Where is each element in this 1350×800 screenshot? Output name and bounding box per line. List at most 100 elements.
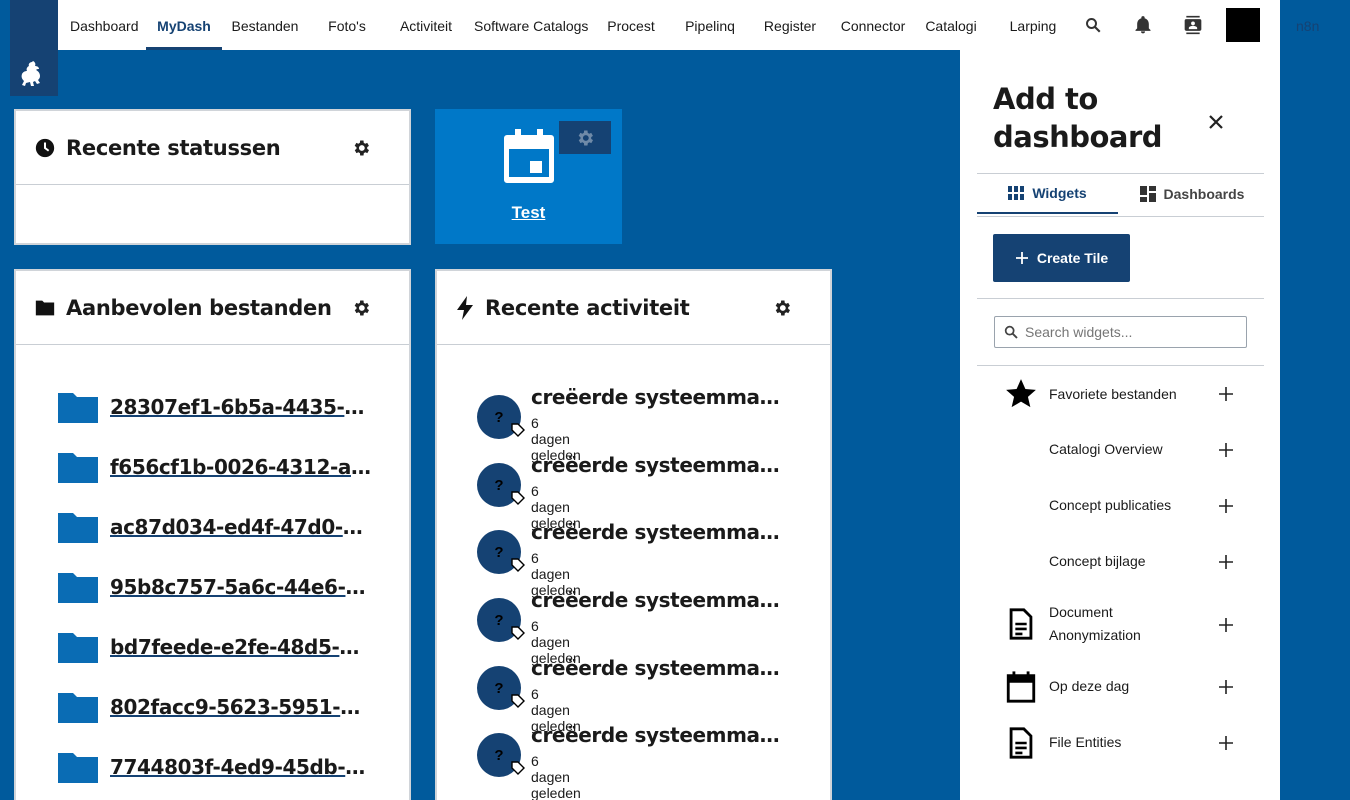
widget-item-label: Op deze dag [1049,678,1130,694]
file-name[interactable]: ac87d034-ed4f-47d0-8a... [110,515,372,539]
plus-icon[interactable] [1216,733,1236,753]
nav-dashboard[interactable]: Dashboard [70,0,139,50]
search-icon[interactable] [1081,13,1105,37]
activity-time: 6 dagen geleden [531,753,581,800]
file-item[interactable]: f656cf1b-0026-4312-a0... [58,447,372,487]
nav-pipelinq[interactable]: Pipelinq [682,0,738,50]
widget-recent-statuses: Recente statussen [14,109,411,245]
tag-icon [511,626,525,640]
activity-text[interactable]: creëerde systeemmark... [531,453,787,477]
search-widgets-field[interactable] [994,316,1247,348]
calendar-icon [504,129,554,183]
lightning-icon [457,295,473,320]
gear-icon[interactable] [351,298,371,318]
file-name[interactable]: 802facc9-5623-5951-94... [110,695,372,719]
document-icon [1009,727,1033,759]
widget-item-document-anonymization[interactable]: Document Anonymization [960,601,1280,647]
divider [977,298,1264,299]
divider [977,216,1264,217]
close-icon[interactable] [1204,110,1228,134]
widget-item-label: Document Anonymization [1049,604,1141,643]
calendar-icon [1006,671,1036,703]
file-name[interactable]: bd7feede-e2fe-48d5-8c... [110,635,372,659]
user-name[interactable]: n8n [1296,0,1319,52]
add-to-dashboard-panel: Add to dashboard Widgets Dashboards Crea… [960,50,1280,800]
nav-register[interactable]: Register [762,0,818,50]
nav-software-catalogs[interactable]: Software Catalogs [474,0,588,50]
file-name[interactable]: 7744803f-4ed9-45db-b... [110,755,372,779]
top-navigation: Dashboard MyDash Bestanden Foto's Activi… [10,0,1319,50]
folder-icon [58,453,98,483]
plus-icon[interactable] [1216,677,1236,697]
clock-icon [35,138,55,157]
activity-text[interactable]: creëerde systeemmark... [531,723,787,747]
plus-icon[interactable] [1216,552,1236,572]
widget-title: Recente activiteit [485,295,690,320]
logo[interactable] [10,0,58,96]
nav-larping[interactable]: Larping [1008,0,1058,50]
file-item[interactable]: 7744803f-4ed9-45db-b... [58,747,372,787]
file-name[interactable]: f656cf1b-0026-4312-a0... [110,455,372,479]
lion-logo-icon [21,61,40,86]
nav-catalogi[interactable]: Catalogi [924,0,978,50]
widget-item-favoriete-bestanden[interactable]: Favoriete bestanden [960,377,1280,417]
folder-icon [35,300,55,315]
create-tile-button[interactable]: Create Tile [993,234,1130,282]
activity-text[interactable]: creëerde systeemmark... [531,385,787,409]
tag-icon [511,491,525,505]
folder-icon [58,393,98,423]
dashboard-icon [1139,186,1156,202]
grid-icon [1008,186,1025,200]
widget-item-file-entities[interactable]: File Entities [960,726,1280,762]
tile-test[interactable]: Test [435,109,622,244]
user-avatar[interactable] [1226,8,1260,42]
nav-procest[interactable]: Procest [606,0,656,50]
widget-item-concept-bijlage[interactable]: Concept bijlage [960,550,1280,574]
tag-icon [511,761,525,775]
plus-icon[interactable] [1216,384,1236,404]
plus-icon[interactable] [1216,615,1236,635]
widget-recommended-files: Aanbevolen bestanden 28307ef1-6b5a-4435-… [14,269,411,800]
file-item[interactable]: bd7feede-e2fe-48d5-8c... [58,627,372,667]
bell-icon[interactable] [1131,13,1155,37]
widget-title: Aanbevolen bestanden [66,295,332,320]
tab-widgets-label: Widgets [1032,185,1087,201]
file-item[interactable]: ac87d034-ed4f-47d0-8a... [58,507,372,547]
nav-fotos[interactable]: Foto's [322,0,372,50]
file-name[interactable]: 28307ef1-6b5a-4435-ac... [110,395,372,419]
nav-activiteit[interactable]: Activiteit [396,0,456,50]
widget-item-op-deze-dag[interactable]: Op deze dag [960,670,1280,706]
tag-icon [511,694,525,708]
folder-icon [58,753,98,783]
nav-bestanden[interactable]: Bestanden [230,0,300,50]
plus-icon[interactable] [1216,440,1236,460]
contacts-icon[interactable] [1181,13,1205,37]
gear-icon[interactable] [351,138,371,158]
widget-item-concept-publicaties[interactable]: Concept publicaties [960,494,1280,518]
tab-dashboards-label: Dashboards [1163,186,1245,202]
gear-icon[interactable] [772,298,792,318]
widget-item-label: File Entities [1049,734,1122,750]
activity-text[interactable]: creëerde systeemmark... [531,656,787,680]
file-name[interactable]: 95b8c757-5a6c-44e6-92... [110,575,372,599]
document-icon [1009,608,1033,640]
create-tile-label: Create Tile [1036,250,1109,266]
nav-mydash[interactable]: MyDash [146,0,222,50]
activity-text[interactable]: creëerde systeemmark... [531,520,787,544]
tile-settings-button[interactable] [559,121,611,154]
search-widgets-input[interactable] [1025,324,1235,340]
search-icon [1004,325,1018,339]
nav-connector[interactable]: Connector [840,0,906,50]
tab-dashboards[interactable]: Dashboards [1120,174,1264,214]
tab-widgets[interactable]: Widgets [977,174,1118,214]
file-item[interactable]: 28307ef1-6b5a-4435-ac... [58,387,372,427]
file-item[interactable]: 95b8c757-5a6c-44e6-92... [58,567,372,607]
plus-icon[interactable] [1216,496,1236,516]
tile-label[interactable]: Test [435,203,622,223]
widget-item-catalogi-overview[interactable]: Catalogi Overview [960,438,1280,462]
activity-text[interactable]: creëerde systeemmark... [531,588,787,612]
file-item[interactable]: 802facc9-5623-5951-94... [58,687,372,727]
folder-icon [58,513,98,543]
widget-header: Aanbevolen bestanden [16,271,409,345]
gear-icon [578,130,593,145]
